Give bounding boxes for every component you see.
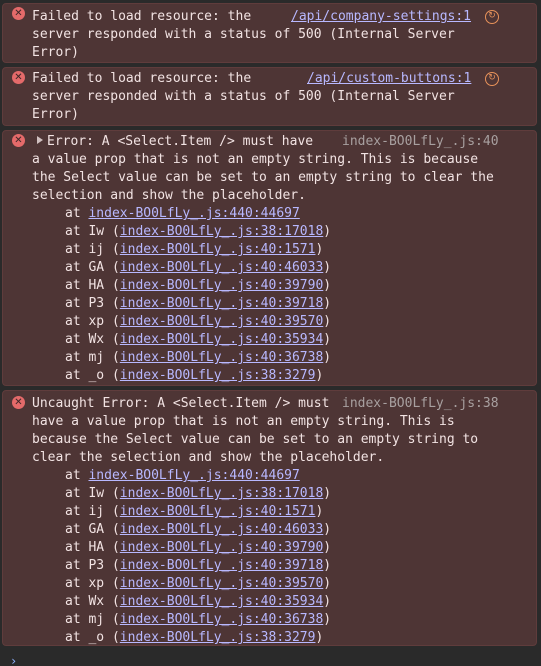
stack-frame-link[interactable]: index-BO0LfLy_.js:440:44697 bbox=[88, 206, 299, 221]
stack-frame-function: at xp bbox=[65, 314, 112, 329]
stack-frame: at _o (index-BO0LfLy_.js:38:3279) bbox=[65, 368, 324, 383]
stack-frame-link[interactable]: index-BO0LfLy_.js:40:39718 bbox=[120, 296, 324, 311]
stack-frame: at Wx (index-BO0LfLy_.js:40:35934) bbox=[65, 332, 332, 347]
stack-frame: at HA (index-BO0LfLy_.js:40:39790) bbox=[65, 278, 332, 293]
console-error-message[interactable]: ✕ Failed to load resource: the server re… bbox=[2, 3, 537, 63]
error-text-line: server responded with a status of 500 (I… bbox=[32, 27, 455, 42]
devtools-console: ✕ Failed to load resource: the server re… bbox=[0, 0, 541, 666]
stack-frame: at Iw (index-BO0LfLy_.js:38:17018) bbox=[65, 224, 332, 239]
stack-frame-function: at mj bbox=[65, 350, 112, 365]
stack-frame-function: at HA bbox=[65, 540, 112, 555]
stack-frame-link[interactable]: index-BO0LfLy_.js:40:39790 bbox=[120, 278, 324, 293]
stack-frame-link[interactable]: index-BO0LfLy_.js:40:46033 bbox=[120, 522, 324, 537]
stack-frame-link[interactable]: index-BO0LfLy_.js:40:36738 bbox=[120, 350, 324, 365]
stack-frame: at GA (index-BO0LfLy_.js:40:46033) bbox=[65, 522, 332, 537]
stack-frame: at ij (index-BO0LfLy_.js:40:1571) bbox=[65, 242, 324, 257]
error-icon: ✕ bbox=[12, 71, 25, 84]
stack-frame: at mj (index-BO0LfLy_.js:40:36738) bbox=[65, 612, 332, 627]
stack-frame: at index-BO0LfLy_.js:440:44697 bbox=[65, 467, 300, 485]
stack-frame-function: at ij bbox=[65, 504, 112, 519]
error-icon: ✕ bbox=[12, 396, 25, 409]
error-text-line: a value prop that is not an empty string… bbox=[32, 152, 479, 167]
stack-frame-function: at xp bbox=[65, 576, 112, 591]
stack-frame-link[interactable]: index-BO0LfLy_.js:40:36738 bbox=[120, 612, 324, 627]
stack-frame-function: at Wx bbox=[65, 594, 112, 609]
stack-frame-link[interactable]: index-BO0LfLy_.js:40:39718 bbox=[120, 558, 324, 573]
stack-frame-function: at bbox=[65, 206, 89, 221]
stack-frame: at ij (index-BO0LfLy_.js:40:1571) bbox=[65, 504, 324, 519]
error-text-line: Error) bbox=[32, 107, 79, 122]
stack-frame-function: at _o bbox=[65, 630, 112, 645]
stack-frame-function: at Wx bbox=[65, 332, 112, 347]
stack-frame-link[interactable]: index-BO0LfLy_.js:40:39570 bbox=[120, 314, 324, 329]
stack-frame-link[interactable]: index-BO0LfLy_.js:40:46033 bbox=[120, 260, 324, 275]
reload-icon[interactable]: ↻ bbox=[485, 72, 499, 86]
error-first-line[interactable]: Error: A <Select.Item /> must have bbox=[37, 133, 313, 151]
stack-frame: at mj (index-BO0LfLy_.js:40:36738) bbox=[65, 350, 332, 365]
error-text-line: the Select value can be set to an empty … bbox=[32, 170, 494, 185]
stack-frame: at Iw (index-BO0LfLy_.js:38:17018) bbox=[65, 486, 332, 501]
source-link[interactable]: index-BO0LfLy_.js:38 bbox=[342, 395, 499, 413]
error-text-line: have a value prop that is not an empty s… bbox=[32, 414, 455, 429]
stack-frame-function: at P3 bbox=[65, 558, 112, 573]
stack-frame: at GA (index-BO0LfLy_.js:40:46033) bbox=[65, 260, 332, 275]
stack-frame-function: at GA bbox=[65, 260, 112, 275]
stack-frame-function: at ij bbox=[65, 242, 112, 257]
error-text-line: selection and show the placeholder. bbox=[32, 188, 306, 203]
error-text-line: because the Select value can be set to a… bbox=[32, 432, 479, 447]
expand-triangle-icon[interactable] bbox=[37, 136, 43, 144]
stack-frame-link[interactable]: index-BO0LfLy_.js:40:1571 bbox=[120, 504, 316, 519]
stack-frame: at P3 (index-BO0LfLy_.js:40:39718) bbox=[65, 296, 332, 311]
error-icon: ✕ bbox=[12, 134, 25, 147]
stack-frame-link[interactable]: index-BO0LfLy_.js:40:35934 bbox=[120, 594, 324, 609]
source-link[interactable]: /api/custom-buttons:1 bbox=[307, 70, 471, 88]
error-text-line: clear the selection and show the placeho… bbox=[32, 450, 385, 465]
console-error-message[interactable]: ✕ Error: A <Select.Item /> must have a v… bbox=[2, 130, 537, 386]
stack-frame-link[interactable]: index-BO0LfLy_.js:38:17018 bbox=[120, 224, 324, 239]
stack-frame: at Wx (index-BO0LfLy_.js:40:35934) bbox=[65, 594, 332, 609]
stack-frame-link[interactable]: index-BO0LfLy_.js:38:3279 bbox=[120, 630, 316, 645]
stack-frame-link[interactable]: index-BO0LfLy_.js:40:39570 bbox=[120, 576, 324, 591]
console-error-message[interactable]: ✕ Failed to load resource: the server re… bbox=[2, 67, 537, 126]
stack-frame-function: at GA bbox=[65, 522, 112, 537]
stack-frame: at xp (index-BO0LfLy_.js:40:39570) bbox=[65, 314, 332, 329]
source-link[interactable]: index-BO0LfLy_.js:40 bbox=[342, 133, 499, 151]
stack-frame-function: at Iw bbox=[65, 486, 112, 501]
console-error-message[interactable]: ✕ Uncaught Error: A <Select.Item /> must… bbox=[2, 390, 537, 646]
error-text-line: Failed to load resource: the bbox=[32, 9, 252, 24]
stack-frame-link[interactable]: index-BO0LfLy_.js:40:35934 bbox=[120, 332, 324, 347]
reload-icon[interactable]: ↻ bbox=[485, 10, 499, 24]
stack-frame-function: at bbox=[65, 468, 89, 483]
stack-frame-link[interactable]: index-BO0LfLy_.js:40:39790 bbox=[120, 540, 324, 555]
prompt-chevron-icon[interactable]: › bbox=[10, 652, 17, 666]
stack-frame: at _o (index-BO0LfLy_.js:38:3279) bbox=[65, 630, 324, 645]
stack-frame: at xp (index-BO0LfLy_.js:40:39570) bbox=[65, 576, 332, 591]
error-first-line: Uncaught Error: A <Select.Item /> must bbox=[32, 396, 330, 411]
stack-frame-function: at Iw bbox=[65, 224, 112, 239]
error-text-line: Error) bbox=[32, 45, 79, 60]
stack-frame-function: at HA bbox=[65, 278, 112, 293]
stack-frame-link[interactable]: index-BO0LfLy_.js:38:3279 bbox=[120, 368, 316, 383]
stack-frame-function: at mj bbox=[65, 612, 112, 627]
stack-frame-link[interactable]: index-BO0LfLy_.js:40:1571 bbox=[120, 242, 316, 257]
stack-frame-link[interactable]: index-BO0LfLy_.js:38:17018 bbox=[120, 486, 324, 501]
error-text-line: Failed to load resource: the bbox=[32, 71, 252, 86]
error-text-line: server responded with a status of 500 (I… bbox=[32, 89, 455, 104]
error-icon: ✕ bbox=[12, 7, 25, 20]
stack-frame-link[interactable]: index-BO0LfLy_.js:440:44697 bbox=[88, 468, 299, 483]
stack-frame: at HA (index-BO0LfLy_.js:40:39790) bbox=[65, 540, 332, 555]
stack-frame: at index-BO0LfLy_.js:440:44697 bbox=[65, 205, 300, 223]
stack-frame-function: at _o bbox=[65, 368, 112, 383]
stack-frame-function: at P3 bbox=[65, 296, 112, 311]
stack-frame: at P3 (index-BO0LfLy_.js:40:39718) bbox=[65, 558, 332, 573]
source-link[interactable]: /api/company-settings:1 bbox=[291, 8, 471, 26]
